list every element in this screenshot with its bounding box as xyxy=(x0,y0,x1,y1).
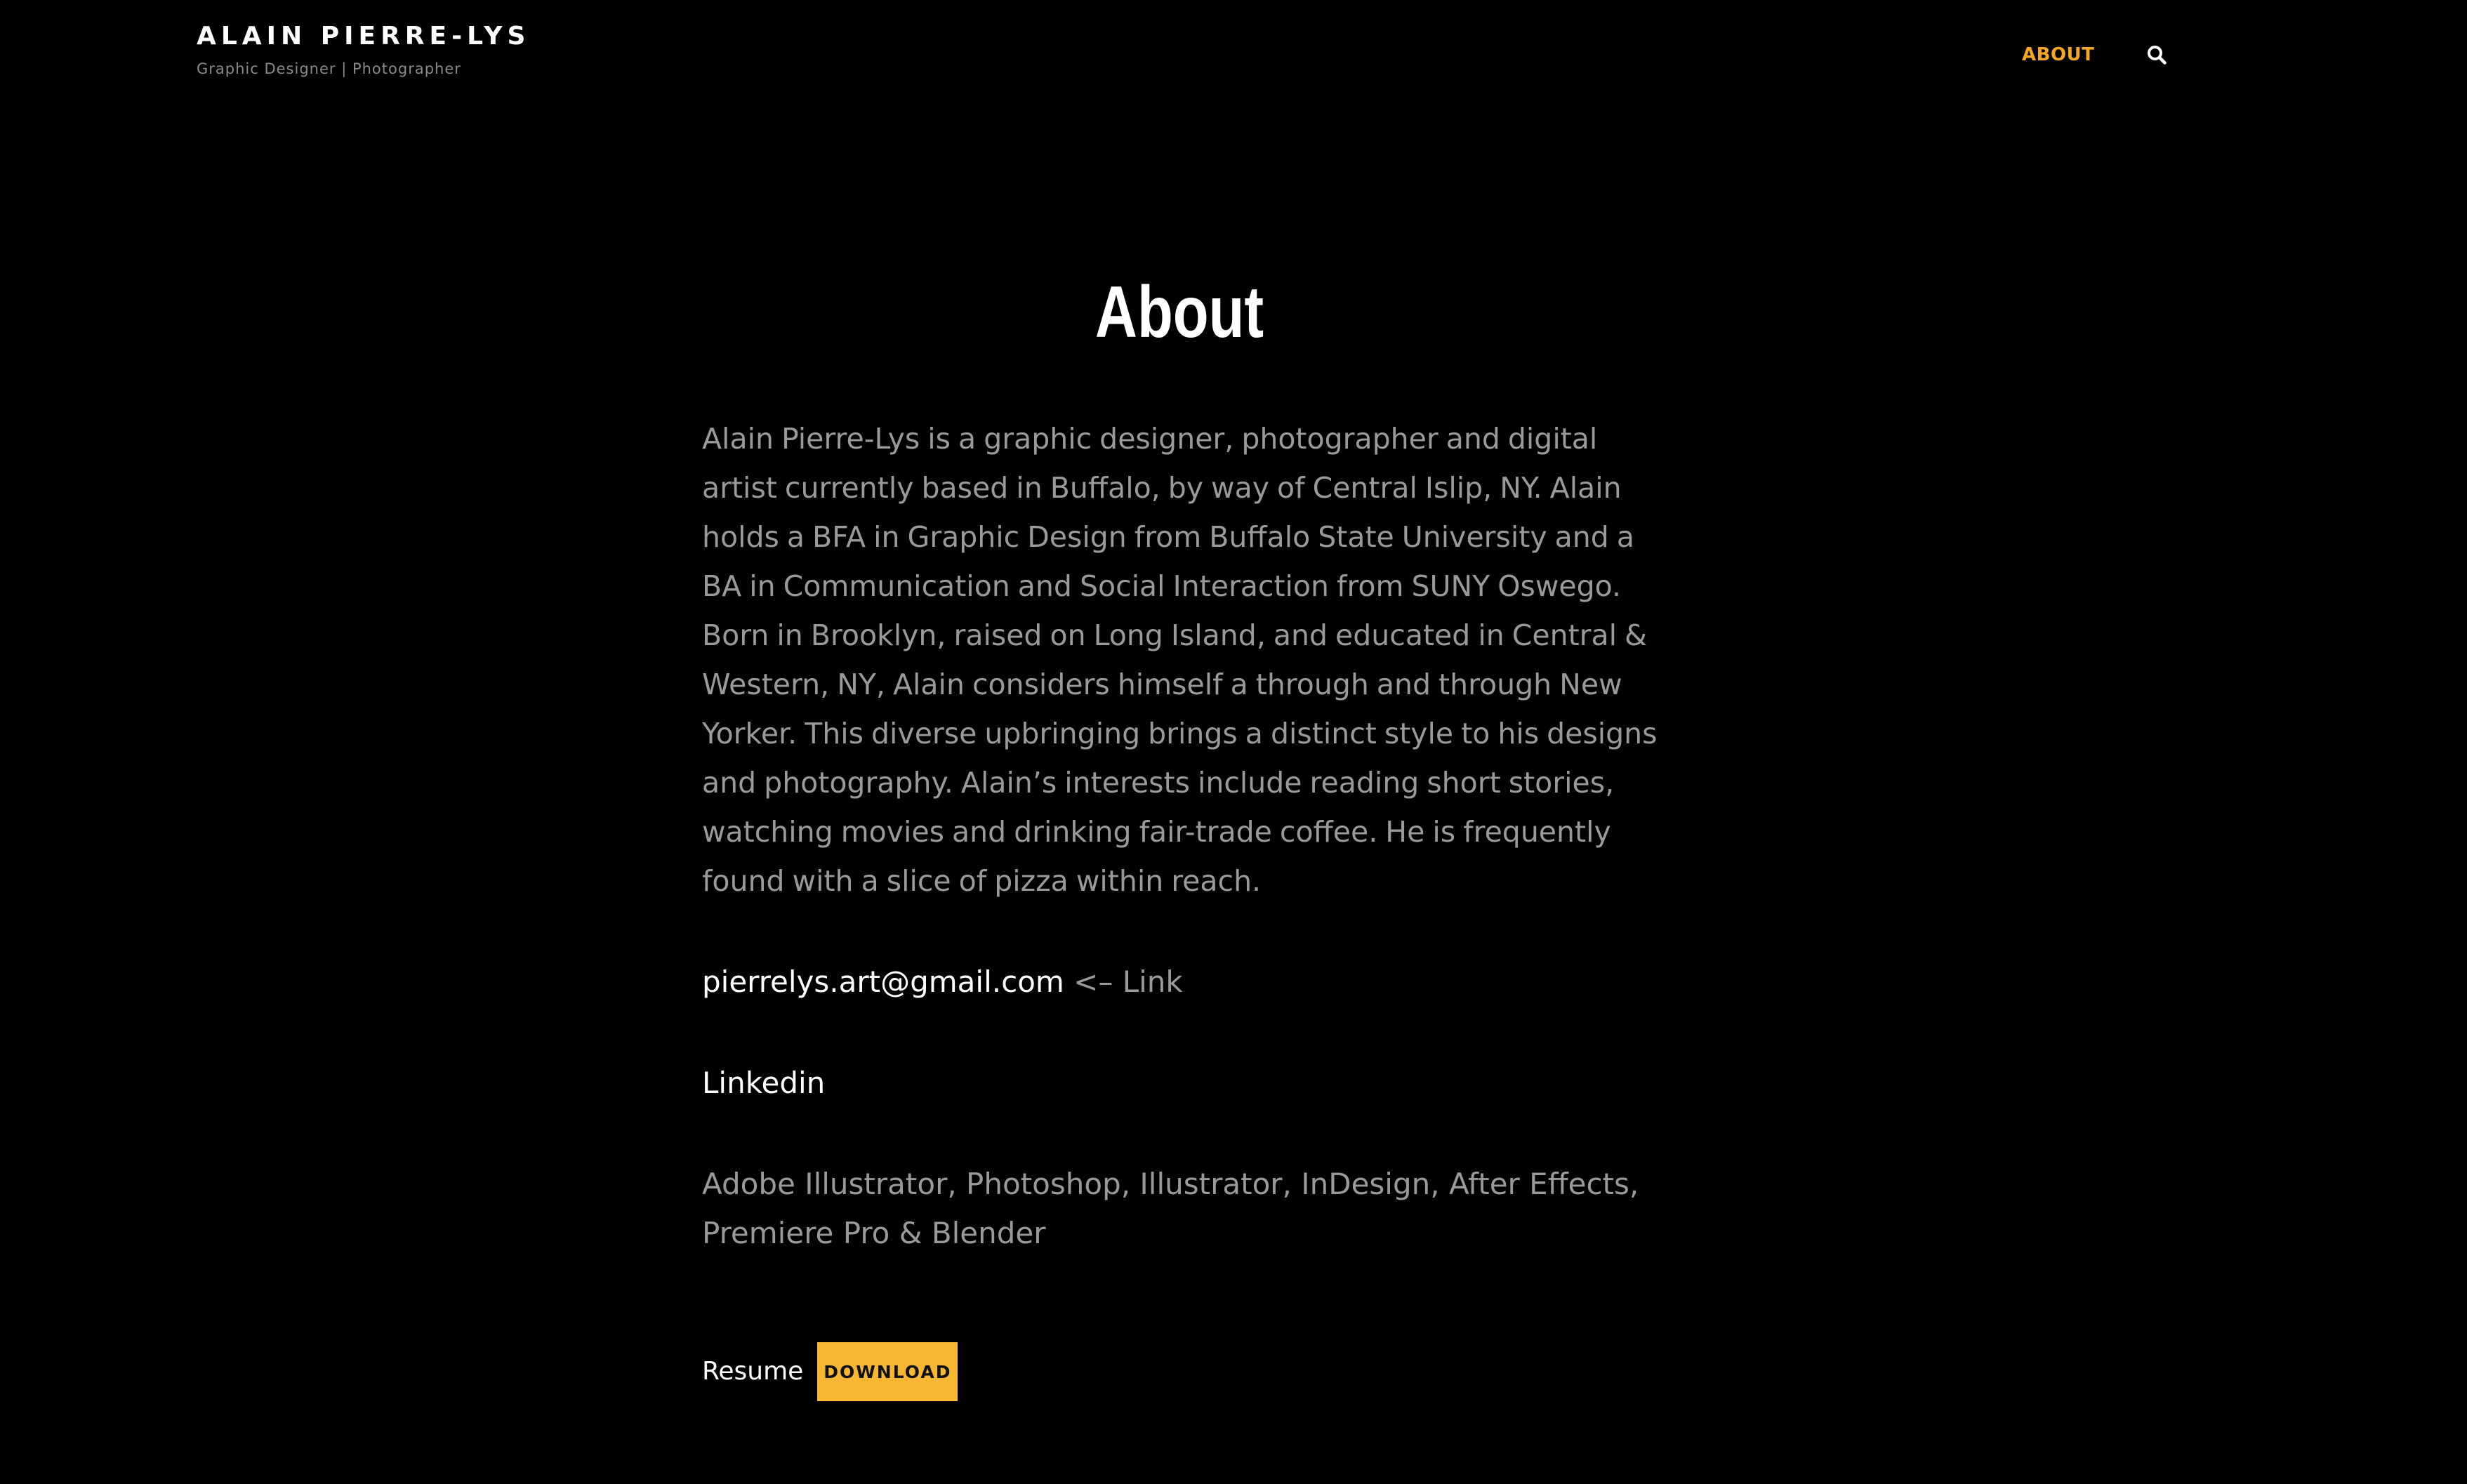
email-link[interactable]: pierrelys.art@gmail.com xyxy=(702,965,1064,999)
search-button[interactable] xyxy=(2145,43,2169,67)
bio-paragraph: Alain Pierre-Lys is a graphic designer, … xyxy=(702,422,1658,898)
site-title-link[interactable]: ALAIN PIERRE-LYS xyxy=(197,21,530,52)
download-resume-button[interactable]: DOWNLOAD xyxy=(817,1342,958,1401)
resume-row: Resume DOWNLOAD xyxy=(702,1342,958,1401)
nav-item-about[interactable]: ABOUT xyxy=(2022,41,2094,69)
resume-label: Resume xyxy=(702,1357,804,1386)
linkedin-link[interactable]: Linkedin xyxy=(702,1066,825,1100)
linkedin-row: Linkedin xyxy=(702,1059,1664,1108)
skills-paragraph: Adobe Illustrator, Photoshop, Illustrato… xyxy=(702,1167,1639,1250)
search-icon xyxy=(2148,46,2167,65)
site-tagline: Graphic Designer | Photographer xyxy=(197,60,461,77)
about-content: Alain Pierre-Lys is a graphic designer, … xyxy=(702,414,1664,1258)
main-nav: ABOUT xyxy=(2022,41,2169,69)
page-title: About xyxy=(1094,272,1264,353)
email-row: pierrelys.art@gmail.com <– Link xyxy=(702,958,1664,1007)
site-branding: ALAIN PIERRE-LYS Graphic Designer | Phot… xyxy=(197,21,530,79)
site-header: ALAIN PIERRE-LYS Graphic Designer | Phot… xyxy=(0,0,2467,112)
email-link-hint: <– Link xyxy=(1064,965,1183,999)
